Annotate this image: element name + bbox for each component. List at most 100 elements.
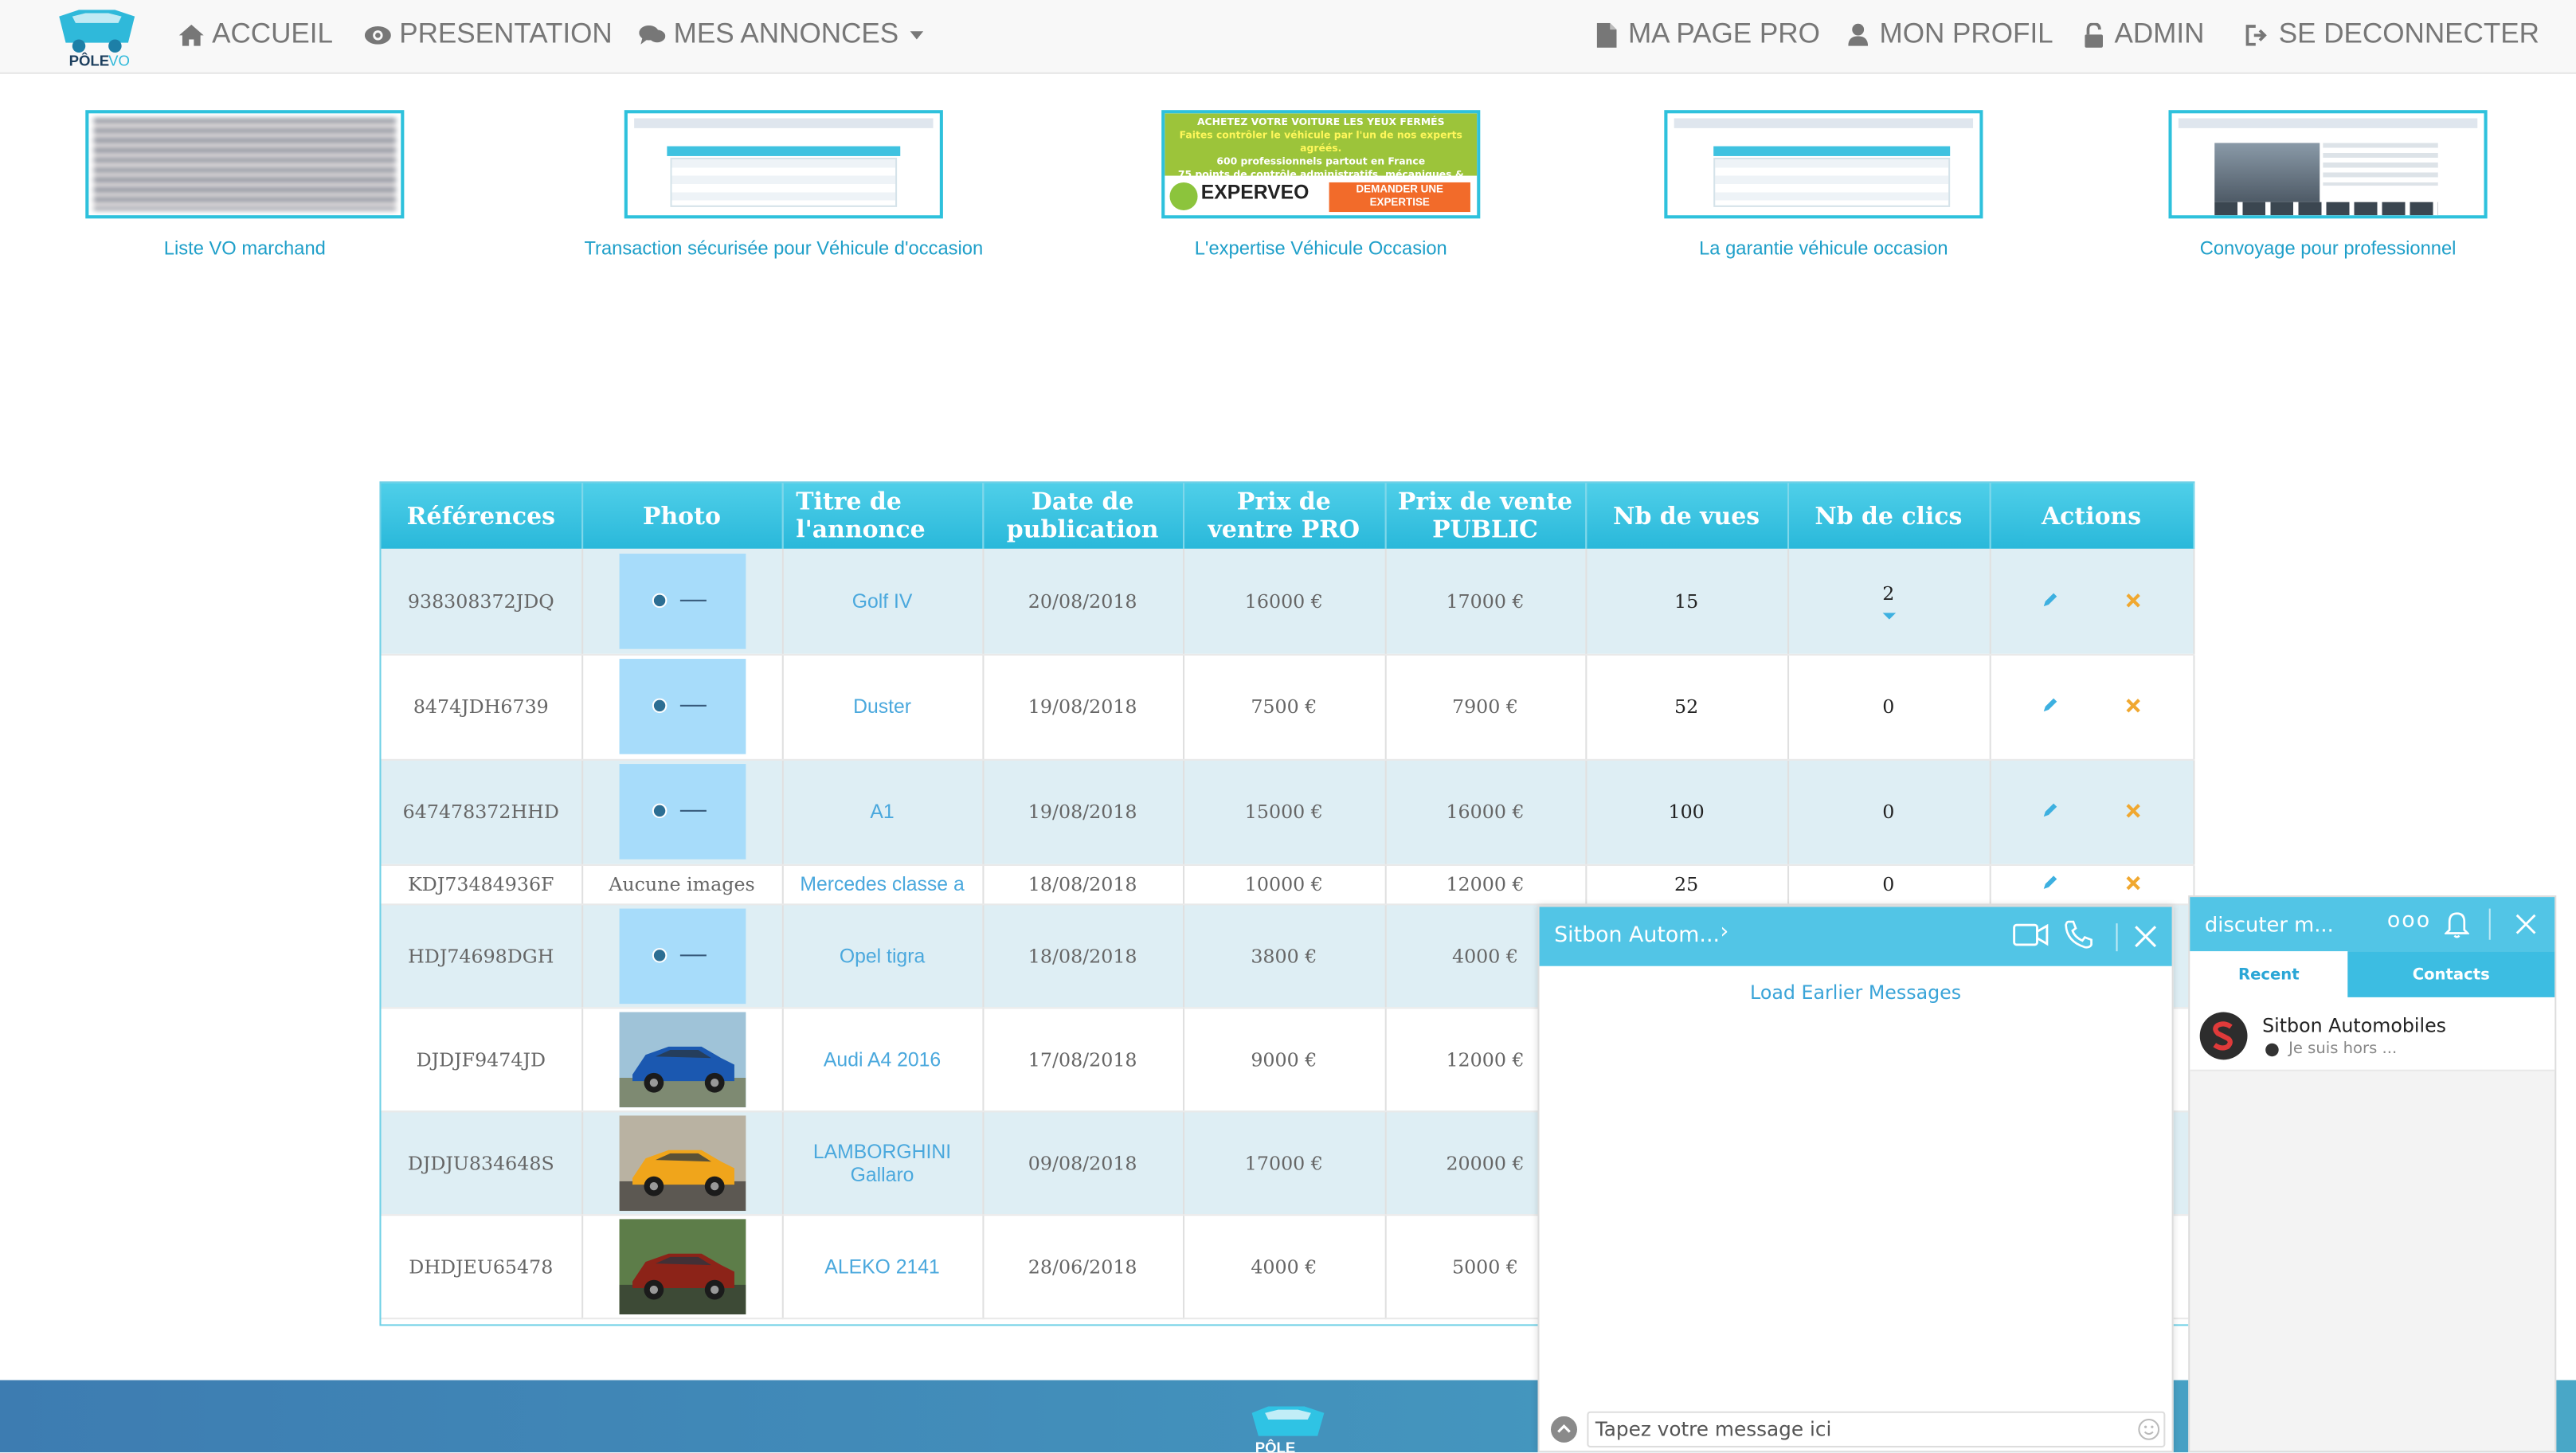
- navbar: PÔLE VO ACCUEIL PRESENTATION MES ANNONCE…: [0, 0, 2576, 74]
- ad-thumbnail: [93, 118, 397, 210]
- tab-contacts[interactable]: Contacts: [2347, 951, 2555, 997]
- nav-accueil[interactable]: ACCUEIL: [178, 0, 333, 69]
- table-row: KDJ73484936F Aucune images Mercedes classe…: [381, 864, 2194, 905]
- attach-icon[interactable]: [1551, 1416, 1577, 1443]
- annonce-title-link[interactable]: Audi A4 2016: [781, 1007, 984, 1112]
- nav-ma-page-pro-label: MA PAGE PRO: [1627, 18, 1820, 49]
- chat-title[interactable]: Sitbon Autom...: [1554, 923, 1720, 948]
- nav-admin[interactable]: ADMIN: [2080, 0, 2204, 69]
- header-divider: [2116, 923, 2118, 952]
- page: PÔLE VO ACCUEIL PRESENTATION MES ANNONCE…: [0, 0, 2576, 1453]
- chat-sidebar-title[interactable]: discuter m...: [2205, 912, 2334, 937]
- lock-icon: [2080, 22, 2106, 48]
- bell-icon[interactable]: [2443, 911, 2471, 943]
- delete-icon[interactable]: [2092, 697, 2174, 719]
- chat-sidebar: discuter m... ooo Recent Contacts Sitbon…: [2188, 895, 2557, 1453]
- tab-recent[interactable]: Recent: [2190, 951, 2348, 997]
- prix-pro-cell: 7500 €: [1183, 653, 1386, 760]
- header-divider: [2488, 908, 2491, 940]
- ad-transaction-securisee[interactable]: [624, 110, 943, 219]
- caret-down-icon[interactable]: [1881, 613, 1896, 621]
- ad-thumbnail: [2171, 113, 2484, 216]
- photo-cell: Aucune images: [581, 864, 783, 905]
- image-placeholder[interactable]: [618, 553, 746, 649]
- image-placeholder[interactable]: [618, 659, 746, 754]
- reference-cell: KDJ73484936F: [381, 864, 583, 905]
- contact-item[interactable]: Sitbon Automobiles Je suis hors ...: [2190, 997, 2555, 1071]
- publication-date-cell: 09/08/2018: [982, 1110, 1184, 1216]
- ad-caption-liste-vo[interactable]: Liste VO marchand: [85, 240, 404, 260]
- image-placeholder[interactable]: [618, 764, 746, 860]
- publication-date-cell: 20/08/2018: [982, 548, 1184, 655]
- edit-icon[interactable]: [2009, 697, 2091, 719]
- reference-cell: DJDJU834648S: [381, 1110, 583, 1216]
- nav-presentation[interactable]: PRESENTATION: [364, 0, 613, 69]
- load-earlier-messages-link[interactable]: Load Earlier Messages: [1540, 981, 2172, 1004]
- annonce-title-link[interactable]: Mercedes classe a: [781, 864, 984, 905]
- phone-icon[interactable]: [2064, 920, 2093, 956]
- car-photo[interactable]: [618, 1011, 746, 1107]
- site-logo[interactable]: PÔLE VO: [49, 3, 145, 69]
- svg-text:PÔLE: PÔLE: [1255, 1439, 1296, 1452]
- table-row: 647478372HHD A1 19/08/2018 15000 €16000 €10…: [381, 758, 2194, 865]
- ad-convoyage[interactable]: [2168, 110, 2488, 219]
- prix-pro-cell: 4000 €: [1183, 1214, 1386, 1319]
- delete-icon[interactable]: [2092, 802, 2174, 824]
- nav-mes-annonces[interactable]: MES ANNONCES: [639, 0, 924, 69]
- ad-caption-garantie[interactable]: La garantie véhicule occasion: [1664, 240, 1983, 260]
- broken-image-icon: [651, 698, 667, 714]
- eye-icon: [364, 22, 391, 48]
- views-cell: 25: [1585, 864, 1789, 905]
- column-header: Références: [381, 483, 583, 549]
- nav-mes-annonces-label: MES ANNONCES: [673, 18, 899, 49]
- delete-icon[interactable]: [2092, 874, 2174, 895]
- annonce-title-link[interactable]: ALEKO 2141: [781, 1214, 984, 1319]
- chevron-right-icon[interactable]: ›: [1720, 920, 1728, 945]
- edit-icon[interactable]: [2009, 591, 2091, 613]
- status-dot: [2265, 1043, 2279, 1057]
- car-photo[interactable]: [618, 1114, 746, 1211]
- annonce-title-link[interactable]: A1: [781, 758, 984, 865]
- edit-icon[interactable]: [2009, 874, 2091, 895]
- annonce-title-link[interactable]: LAMBORGHINI Gallaro: [781, 1110, 984, 1216]
- file-icon: [1594, 22, 1620, 48]
- ad-caption-transaction[interactable]: Transaction sécurisée pour Véhicule d'oc…: [558, 240, 1008, 260]
- svg-text:VO: VO: [108, 53, 130, 69]
- ad-liste-vo-marchand[interactable]: [85, 110, 405, 219]
- ad-caption-expertise[interactable]: L'expertise Véhicule Occasion: [1161, 240, 1480, 260]
- delete-icon[interactable]: [2092, 591, 2174, 613]
- nav-mon-profil-label: MON PROFIL: [1879, 18, 2053, 49]
- close-icon[interactable]: [2134, 925, 2157, 954]
- annonce-title-link[interactable]: Golf IV: [781, 548, 984, 655]
- annonce-title-link[interactable]: Duster: [781, 653, 984, 760]
- video-call-icon[interactable]: [2013, 922, 2049, 954]
- nav-se-deconnecter[interactable]: SE DECONNECTER: [2244, 0, 2539, 69]
- ad-experveo[interactable]: ACHETEZ VOTRE VOITURE LES YEUX FERMÉS Fa…: [1161, 110, 1481, 219]
- emoji-icon[interactable]: [2137, 1416, 2160, 1447]
- message-input[interactable]: [1587, 1411, 2166, 1448]
- ad-caption-convoyage[interactable]: Convoyage pour professionnel: [2169, 240, 2488, 260]
- edit-icon[interactable]: [2009, 802, 2091, 824]
- experveo-cta-button[interactable]: DEMANDER UNE EXPERTISE: [1329, 182, 1470, 213]
- clicks-value: 2: [1882, 582, 1895, 605]
- ad-thumbnail: [1667, 113, 1980, 216]
- ad-banner: ACHETEZ VOTRE VOITURE LES YEUX FERMÉS Fa…: [1165, 113, 1478, 194]
- image-placeholder[interactable]: [618, 907, 746, 1004]
- views-cell: 52: [1585, 653, 1789, 760]
- ad-garantie[interactable]: [1664, 110, 1983, 219]
- close-icon[interactable]: [2515, 914, 2537, 940]
- nav-se-deconnecter-label: SE DECONNECTER: [2278, 18, 2539, 49]
- image-placeholder-line: [679, 599, 706, 601]
- publication-date-cell: 19/08/2018: [982, 653, 1184, 760]
- table-row: 8474JDH6739 Duster 19/08/2018 7500 €7900 €5…: [381, 653, 2194, 760]
- nav-mon-profil[interactable]: MON PROFIL: [1845, 0, 2053, 69]
- nav-ma-page-pro[interactable]: MA PAGE PRO: [1594, 0, 1820, 69]
- prix-pro-cell: 9000 €: [1183, 1007, 1386, 1112]
- column-header: Titre de l'annonce: [781, 483, 984, 549]
- broken-image-icon: [651, 947, 667, 962]
- car-photo[interactable]: [618, 1218, 746, 1314]
- clicks-cell: 0: [1787, 653, 1991, 760]
- publication-date-cell: 19/08/2018: [982, 758, 1184, 865]
- annonce-title-link[interactable]: Opel tigra: [781, 903, 984, 1008]
- more-options-icon[interactable]: ooo: [2387, 909, 2431, 934]
